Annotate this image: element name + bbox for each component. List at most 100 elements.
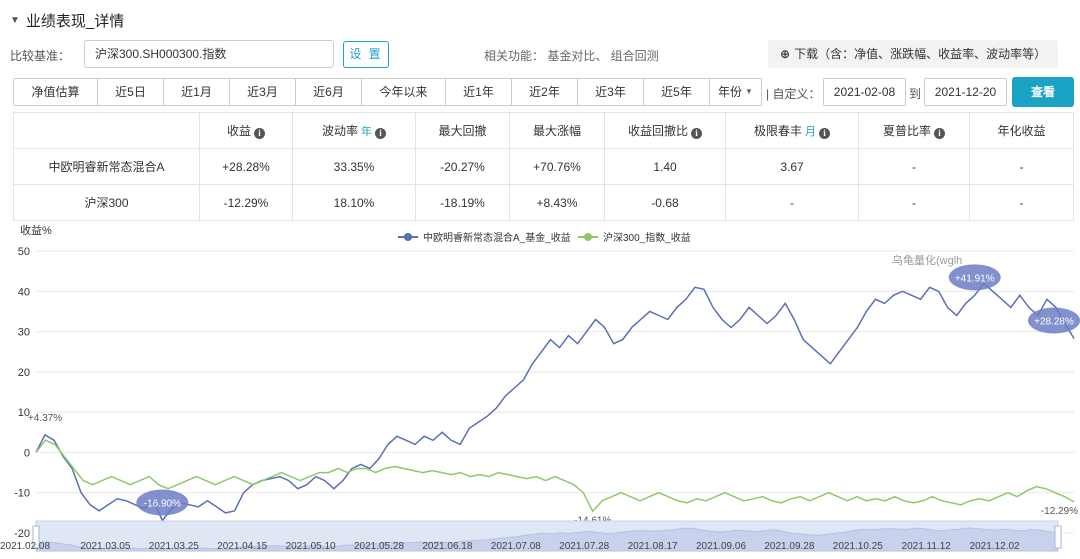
table-cell: - (969, 184, 1074, 221)
table-header-cell (13, 112, 200, 149)
legend-swatch-dot (584, 233, 592, 241)
section-title-text: 业绩表现_详情 (25, 13, 125, 30)
x-tick-label: 2021.12.02 (970, 541, 1020, 552)
range-button[interactable]: 近5年 (643, 78, 710, 106)
legend-label[interactable]: 中欧明睿新常态混合A_基金_收益 (423, 231, 571, 244)
performance-chart[interactable]: 50403020100-10-20收益%中欧明睿新常态混合A_基金_收益 沪深30… (0, 220, 1080, 559)
data-label: -12.29% (1041, 506, 1078, 517)
x-tick-label: 2021.09.28 (764, 541, 814, 552)
table-cell: - (858, 148, 970, 185)
header-label: 最大涨幅 (532, 124, 581, 138)
query-button[interactable]: 查看 (1012, 77, 1074, 107)
year-dropdown[interactable]: 年份 ▼ (709, 78, 762, 106)
range-button[interactable]: 今年以来 (361, 78, 446, 106)
y-tick-label: 30 (18, 327, 30, 339)
table-header-cell: 收益回撤比 i (604, 112, 726, 149)
benchmark-row: 比较基准： 沪深300.SH000300.指数 设 置 相关功能： 基金对比、 … (10, 40, 1070, 68)
year-dropdown-label: 年份 (718, 85, 743, 99)
download-icon: ⊕ (780, 47, 791, 61)
table-cell: 18.10% (292, 184, 416, 221)
caret-down-icon: ▼ (745, 87, 753, 96)
range-button[interactable]: 近3月 (229, 78, 296, 106)
x-tick-label: 2021.06.18 (422, 541, 472, 552)
table-cell: -18.19% (415, 184, 510, 221)
x-tick-label: 2021.10.25 (833, 541, 883, 552)
range-button-group: 净值估算 近5日 近1月 近3月 近6月 今年以来 近1年 近2年 近3年 近5年 年份 ▼ (13, 78, 762, 106)
y-tick-label: -10 (14, 488, 30, 500)
data-label: +4.37% (28, 413, 62, 424)
y-tick-label: 40 (18, 286, 30, 298)
y-tick-label: 20 (18, 367, 30, 379)
data-label: +28.28% (1034, 317, 1074, 328)
info-icon[interactable]: i (934, 128, 945, 139)
range-button[interactable]: 近5日 (97, 78, 164, 106)
y-tick-label: 50 (18, 246, 30, 258)
start-date-input[interactable]: 2021-02-08 (823, 78, 906, 106)
header-label: 最大回撤 (438, 124, 487, 138)
x-tick-label: 2021.09.06 (696, 541, 746, 552)
row-name: 中欧明睿新常态混合A (13, 148, 200, 185)
x-tick-label: 2021.03.25 (149, 541, 199, 552)
data-label: +41.91% (955, 273, 995, 284)
watermark: 乌龟量化(wglh (892, 253, 962, 267)
table-header-cell: 极限春丰 月i (725, 112, 859, 149)
unit-label: 月 (801, 126, 817, 138)
header-label: 极限春丰 (753, 124, 802, 138)
set-button[interactable]: 设 置 (343, 41, 389, 68)
download-button[interactable]: ⊕ 下载（含：净值、涨跌幅、收益率、波动率等） (768, 40, 1059, 68)
custom-range-label: | 自定义： (766, 87, 821, 101)
table-cell: +70.76% (509, 148, 605, 185)
chevron-down-icon[interactable]: ▼ (10, 15, 20, 26)
x-tick-label: 2021.04.15 (217, 541, 267, 552)
table-cell: 3.67 (725, 148, 859, 185)
header-label: 夏普比率 (882, 124, 931, 138)
y-axis-label: 收益% (20, 223, 52, 237)
table-row: 沪深300 -12.29% 18.10% -18.19% +8.43% -0.68- - - (13, 184, 1074, 221)
range-row: 净值估算 近5日 近1月 近3月 近6月 今年以来 近1年 近2年 近3年 近5年 年份 ▼ | 自定… (13, 77, 1077, 107)
x-tick-label: 2021.03.05 (80, 541, 130, 552)
range-button[interactable]: 近1月 (163, 78, 230, 106)
info-icon[interactable]: i (691, 128, 702, 139)
header-label: 收益 (226, 124, 251, 138)
row-name: 沪深300 (13, 184, 200, 221)
y-tick-label: 0 (24, 447, 30, 459)
related-functions[interactable]: 相关功能： 基金对比、 组合回测 (484, 47, 659, 64)
header-label: 波动率 (321, 124, 358, 138)
table-cell: -12.29% (199, 184, 293, 221)
table-header-cell: 最大回撤 (415, 112, 510, 149)
range-button[interactable]: 近6月 (295, 78, 362, 106)
section-title[interactable]: ▼ 业绩表现_详情 (10, 10, 124, 31)
data-label: -16.90% (144, 499, 181, 510)
range-button[interactable]: 近3年 (577, 78, 644, 106)
x-tick-label: 2021.02.08 (0, 541, 50, 552)
legend-label[interactable]: 沪深300_指数_收益 (603, 231, 691, 244)
x-tick-label: 2021.11.12 (902, 541, 952, 552)
table-cell: - (969, 148, 1074, 185)
range-button[interactable]: 净值估算 (13, 78, 98, 106)
unit-label: 年 (357, 126, 373, 138)
benchmark-input[interactable]: 沪深300.SH000300.指数 (84, 40, 334, 68)
table-cell: +28.28% (199, 148, 293, 185)
info-icon[interactable]: i (375, 128, 387, 139)
table-cell: -0.68 (604, 184, 726, 221)
table-cell: - (725, 184, 859, 221)
header-label: 收益回撤比 (627, 124, 688, 138)
end-date-input[interactable]: 2021-12-20 (924, 78, 1007, 106)
table-header-cell: 波动率 年i (292, 112, 416, 149)
table-cell: +8.43% (509, 184, 605, 221)
zoom-handle-right[interactable] (1054, 525, 1062, 549)
benchmark-label: 比较基准： (10, 49, 71, 63)
range-button[interactable]: 近2年 (511, 78, 578, 106)
table-header-row: 收益 i 波动率 年 i 最大回撤 最大涨幅 收益回撤比 i 极限春丰 月 i 夏普比率 i 年化收益 (13, 112, 1074, 149)
info-icon[interactable]: i (254, 128, 265, 139)
table-header-cell: 夏普比率 i (858, 112, 970, 149)
table-cell: 33.35% (292, 148, 416, 185)
info-icon[interactable]: i (819, 128, 831, 139)
table-cell: -20.27% (415, 148, 510, 185)
table-header-cell: 最大涨幅 (509, 112, 605, 149)
x-tick-label: 2021.07.08 (491, 541, 541, 552)
table-header-cell: 年化收益 (969, 112, 1074, 149)
range-button[interactable]: 近1年 (445, 78, 512, 106)
series-line (35, 439, 1075, 513)
legend-swatch-dot (404, 233, 412, 241)
